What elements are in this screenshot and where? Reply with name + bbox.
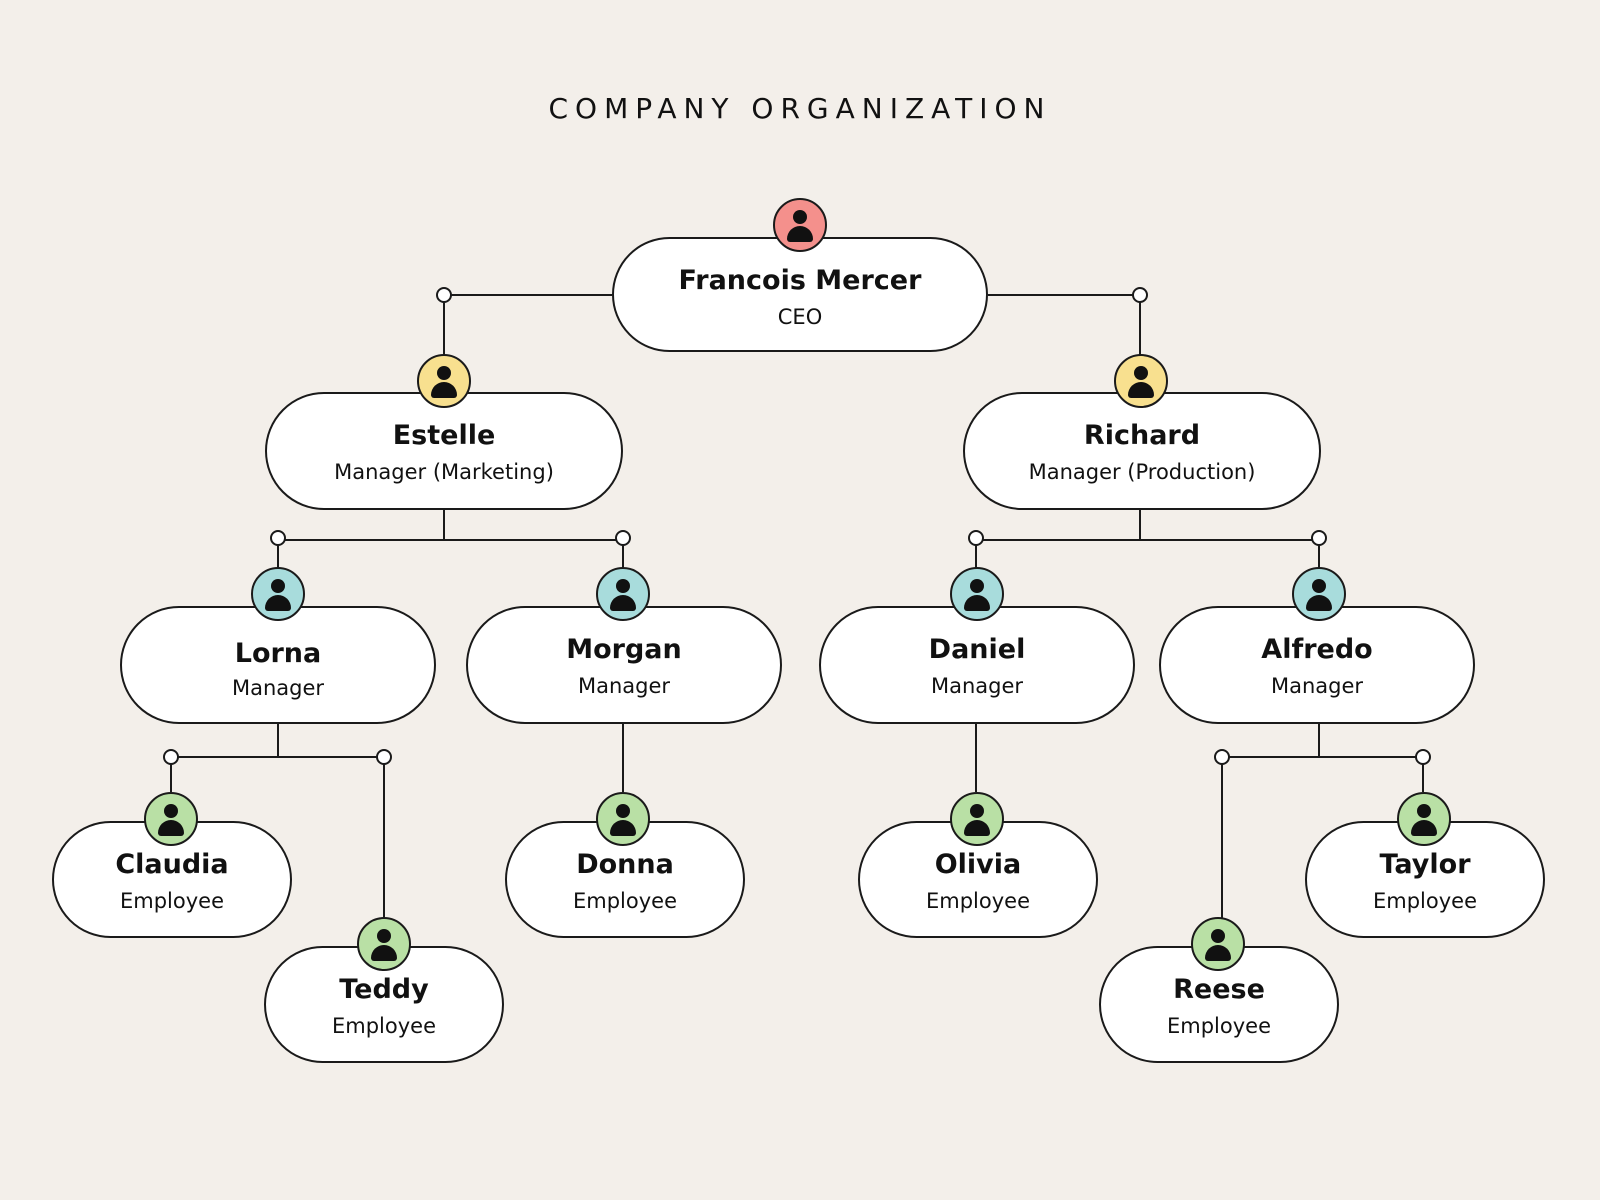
node-role: Employee xyxy=(1372,889,1477,913)
connector-lines xyxy=(170,294,1424,918)
person-icon xyxy=(144,792,198,846)
person-icon xyxy=(773,198,827,252)
node-name: Alfredo xyxy=(1261,634,1373,665)
node-role: Manager (Marketing) xyxy=(334,460,554,484)
node-name: Reese xyxy=(1173,974,1265,1005)
node-name: Daniel xyxy=(928,634,1026,665)
person-icon xyxy=(251,567,305,621)
connector-ceo-richard xyxy=(988,294,1141,356)
node-role: CEO xyxy=(777,305,823,329)
node-name: Olivia xyxy=(934,849,1022,880)
node-name: Taylor xyxy=(1379,849,1471,880)
person-icon xyxy=(357,917,411,971)
person-icon xyxy=(596,567,650,621)
person-icon xyxy=(950,567,1004,621)
org-node-morgan[interactable]: Morgan Manager xyxy=(466,606,782,724)
node-role: Manager xyxy=(1270,674,1364,698)
connector-estelle-children xyxy=(277,510,624,570)
node-name: Morgan xyxy=(566,634,682,665)
junction-dot xyxy=(1311,530,1327,546)
junction-dot xyxy=(436,287,452,303)
person-icon xyxy=(1292,567,1346,621)
org-node-francois[interactable]: Francois Mercer CEO xyxy=(612,237,988,352)
node-name: Lorna xyxy=(234,638,322,669)
junction-dot xyxy=(1214,749,1230,765)
junction-dot xyxy=(1132,287,1148,303)
org-node-richard[interactable]: Richard Manager (Production) xyxy=(963,392,1321,510)
node-role: Manager xyxy=(231,676,325,700)
junction-dot xyxy=(270,530,286,546)
node-role: Manager (Production) xyxy=(1028,460,1256,484)
junction-dot xyxy=(615,530,631,546)
person-icon xyxy=(1114,354,1168,408)
junction-dot xyxy=(163,749,179,765)
person-icon xyxy=(1191,917,1245,971)
person-icon xyxy=(417,354,471,408)
org-node-lorna[interactable]: Lorna Manager xyxy=(120,606,436,724)
connector-richard-children xyxy=(975,510,1320,570)
person-icon xyxy=(596,792,650,846)
node-name: Teddy xyxy=(339,974,429,1005)
junction-dot xyxy=(968,530,984,546)
person-icon xyxy=(1397,792,1451,846)
node-name: Richard xyxy=(1083,420,1201,451)
junction-dot xyxy=(376,749,392,765)
person-icon xyxy=(950,792,1004,846)
node-role: Manager xyxy=(577,674,671,698)
junction-dot xyxy=(1415,749,1431,765)
node-role: Employee xyxy=(925,889,1030,913)
node-role: Manager xyxy=(930,674,1024,698)
node-name: Claudia xyxy=(115,849,229,880)
node-role: Employee xyxy=(572,889,677,913)
connector-ceo-estelle xyxy=(443,294,612,356)
org-node-daniel[interactable]: Daniel Manager xyxy=(819,606,1135,724)
node-role: Employee xyxy=(1166,1014,1271,1038)
node-role: Employee xyxy=(119,889,224,913)
org-node-estelle[interactable]: Estelle Manager (Marketing) xyxy=(265,392,623,510)
org-node-alfredo[interactable]: Alfredo Manager xyxy=(1159,606,1475,724)
node-name: Estelle xyxy=(392,420,496,451)
node-role: Employee xyxy=(331,1014,436,1038)
node-name: Donna xyxy=(576,849,674,880)
node-name: Francois Mercer xyxy=(678,265,922,296)
